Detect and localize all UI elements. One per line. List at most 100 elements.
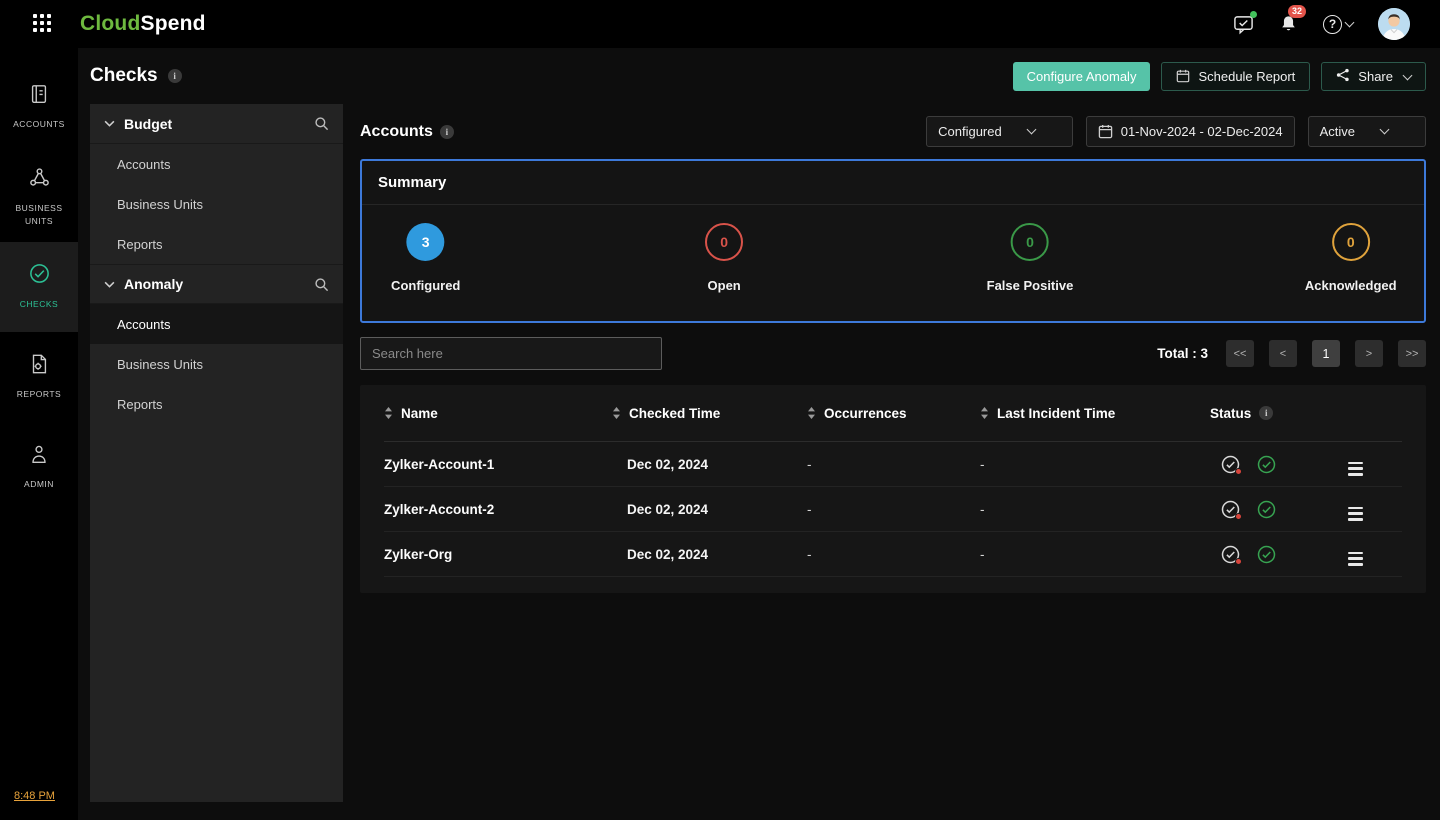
topbar-right: 32 xyxy=(1233,8,1410,40)
chevron-down-icon xyxy=(104,120,115,127)
content-area: Checks Configure Anomaly Schedule Report xyxy=(78,48,1440,820)
status-active-check-icon xyxy=(1257,455,1276,474)
sidebar-label: CHECKS xyxy=(20,298,58,311)
notifications-bell-icon[interactable]: 32 xyxy=(1279,14,1298,34)
alert-dot xyxy=(1235,558,1242,565)
anomaly-section-header[interactable]: Anomaly xyxy=(90,264,343,304)
menu-item-anomaly-business-units[interactable]: Business Units xyxy=(90,344,343,384)
account-name: Zylker-Org xyxy=(384,547,612,562)
date-range-value: 01-Nov-2024 - 02-Dec-2024 xyxy=(1121,124,1283,139)
pagination-page-1-button[interactable]: 1 xyxy=(1312,340,1340,367)
column-header-occurrences[interactable]: Occurrences xyxy=(807,406,980,421)
logo-cloud: Cloud xyxy=(80,12,140,35)
main-panel: Accounts Configured xyxy=(360,104,1426,593)
sidebar-item-admin[interactable]: ADMIN xyxy=(0,422,78,512)
view-filter-value: Configured xyxy=(938,124,1002,139)
sort-icon xyxy=(980,406,989,420)
checked-time: Dec 02, 2024 xyxy=(612,547,807,562)
table-row[interactable]: Zylker-Account-2 Dec 02, 2024 - - xyxy=(384,487,1402,532)
search-icon[interactable] xyxy=(314,116,329,131)
info-icon[interactable] xyxy=(1259,406,1273,420)
pagination-first-button[interactable]: << xyxy=(1226,340,1254,367)
status-active-check-icon xyxy=(1257,545,1276,564)
stat-configured-label: Configured xyxy=(391,278,460,293)
sort-icon xyxy=(612,406,621,420)
occurrences: - xyxy=(807,502,812,517)
account-name: Zylker-Account-2 xyxy=(384,502,612,517)
menu-item-anomaly-reports[interactable]: Reports xyxy=(90,384,343,424)
summary-card: Summary 3 Configured 0 Open 0 False Posi xyxy=(360,159,1426,323)
stat-acknowledged[interactable]: 0 Acknowledged xyxy=(1305,223,1397,293)
chevron-down-icon xyxy=(104,281,115,288)
column-header-checked-time[interactable]: Checked Time xyxy=(612,406,807,421)
section-label: Budget xyxy=(124,116,172,132)
sort-icon xyxy=(807,406,816,420)
search-input[interactable] xyxy=(360,337,662,370)
pagination-prev-button[interactable]: < xyxy=(1269,340,1297,367)
admin-icon xyxy=(28,443,50,470)
column-label: Name xyxy=(401,406,438,421)
stat-false-positive[interactable]: 0 False Positive xyxy=(987,223,1074,293)
sidebar-item-reports[interactable]: REPORTS xyxy=(0,332,78,422)
share-icon xyxy=(1336,68,1350,85)
filters: Configured 01-Nov-2024 - 02-Dec-2024 xyxy=(926,116,1426,147)
menu-item-budget-business-units[interactable]: Business Units xyxy=(90,184,343,224)
search-icon[interactable] xyxy=(314,277,329,292)
state-filter-value: Active xyxy=(1320,124,1355,139)
alert-dot xyxy=(1235,513,1242,520)
accounts-icon xyxy=(28,83,50,110)
state-filter-dropdown[interactable]: Active xyxy=(1308,116,1426,147)
stat-configured[interactable]: 3 Configured xyxy=(391,223,460,293)
checks-table: Name Checked Time Occurrences Last xyxy=(360,385,1426,593)
table-row[interactable]: Zylker-Account-1 Dec 02, 2024 - - xyxy=(384,442,1402,487)
schedule-report-button[interactable]: Schedule Report xyxy=(1161,62,1310,91)
stat-open[interactable]: 0 Open xyxy=(705,223,743,293)
menu-item-anomaly-accounts[interactable]: Accounts xyxy=(90,304,343,344)
budget-section-header[interactable]: Budget xyxy=(90,104,343,144)
row-menu-icon[interactable] xyxy=(1348,462,1363,476)
stat-open-label: Open xyxy=(708,278,741,293)
table-header-row: Name Checked Time Occurrences Last xyxy=(384,385,1402,442)
app-switcher-icon[interactable] xyxy=(33,14,53,34)
pagination-next-button[interactable]: > xyxy=(1355,340,1383,367)
configure-anomaly-button[interactable]: Configure Anomaly xyxy=(1013,62,1151,91)
help-menu[interactable] xyxy=(1323,15,1353,34)
main-sidebar: ACCOUNTS BUSINESS UNITS CHECKS xyxy=(0,48,78,820)
column-header-name[interactable]: Name xyxy=(384,406,612,421)
total-count-label: Total : 3 xyxy=(1157,346,1208,361)
occurrences: - xyxy=(807,457,812,472)
user-avatar[interactable] xyxy=(1378,8,1410,40)
sidebar-item-checks[interactable]: CHECKS xyxy=(0,242,78,332)
calendar-icon xyxy=(1098,124,1113,139)
sidebar-item-business-units[interactable]: BUSINESS UNITS xyxy=(0,152,78,242)
status-cell xyxy=(1210,500,1330,519)
feedback-icon[interactable] xyxy=(1233,14,1254,35)
menu-item-budget-accounts[interactable]: Accounts xyxy=(90,144,343,184)
table-row[interactable]: Zylker-Org Dec 02, 2024 - - xyxy=(384,532,1402,577)
info-icon[interactable] xyxy=(168,69,182,83)
sidebar-label: REPORTS xyxy=(17,388,61,401)
occurrences: - xyxy=(807,547,812,562)
row-menu-icon[interactable] xyxy=(1348,507,1363,521)
date-range-picker[interactable]: 01-Nov-2024 - 02-Dec-2024 xyxy=(1086,116,1295,147)
schedule-report-label: Schedule Report xyxy=(1198,69,1295,84)
chevron-down-icon xyxy=(1380,125,1390,135)
column-header-last-incident-time[interactable]: Last Incident Time xyxy=(980,406,1210,421)
stat-configured-value: 3 xyxy=(407,223,445,261)
share-label: Share xyxy=(1358,69,1393,84)
sidebar-item-accounts[interactable]: ACCOUNTS xyxy=(0,62,78,152)
pagination-last-button[interactable]: >> xyxy=(1398,340,1426,367)
menu-item-budget-reports[interactable]: Reports xyxy=(90,224,343,264)
info-icon[interactable] xyxy=(440,125,454,139)
status-active-check-icon xyxy=(1257,500,1276,519)
alert-dot xyxy=(1235,468,1242,475)
share-button[interactable]: Share xyxy=(1321,62,1426,91)
view-filter-dropdown[interactable]: Configured xyxy=(926,116,1073,147)
session-time-link[interactable]: 8:48 PM xyxy=(14,790,55,802)
row-menu-icon[interactable] xyxy=(1348,552,1363,566)
help-icon xyxy=(1323,15,1342,34)
logo-spend: Spend xyxy=(140,12,205,35)
business-units-icon xyxy=(28,166,51,194)
chevron-down-icon xyxy=(1026,125,1036,135)
stat-open-value: 0 xyxy=(705,223,743,261)
